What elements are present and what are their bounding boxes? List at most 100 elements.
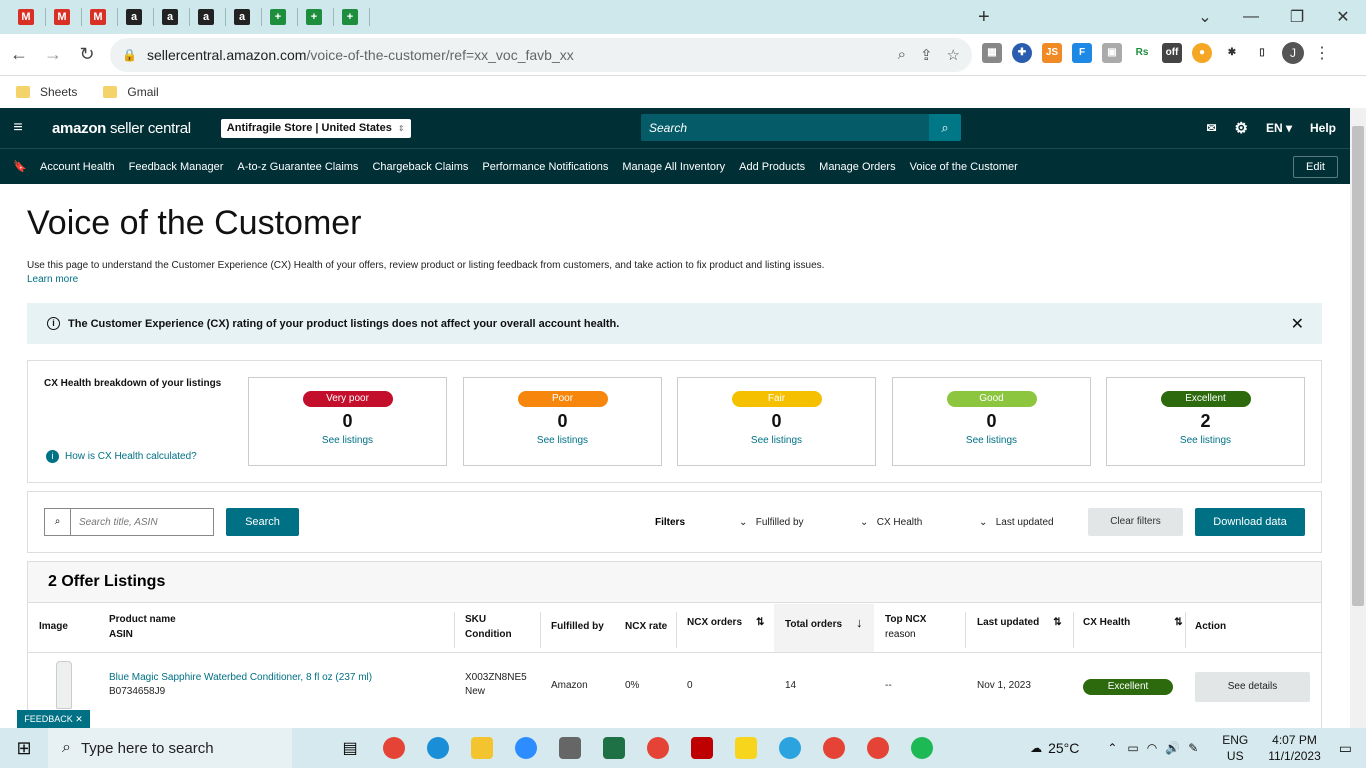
last-updated-dropdown[interactable]: ⌄ Last updated [979, 517, 1054, 528]
chrome-icon[interactable] [816, 734, 852, 762]
fulfilled-by-dropdown[interactable]: ⌄ Fulfilled by [739, 517, 804, 528]
see-listings-link[interactable]: See listings [893, 435, 1090, 446]
scrollbar-thumb[interactable] [1352, 126, 1364, 606]
language-indicator[interactable]: ENG US [1222, 732, 1248, 764]
seller-search-input[interactable]: Search [641, 121, 929, 135]
product-name-link[interactable]: Blue Magic Sapphire Waterbed Conditioner… [109, 672, 372, 683]
file-explorer-icon[interactable] [464, 734, 500, 762]
search-button[interactable]: Search [226, 508, 299, 536]
extension-js-icon[interactable]: JS [1042, 43, 1062, 63]
nav-link-manage-orders[interactable]: Manage Orders [819, 161, 895, 173]
share-icon[interactable]: ⇪ [920, 46, 933, 64]
nav-link-feedback-manager[interactable]: Feedback Manager [129, 161, 224, 173]
weather-icon[interactable]: ☁ [1030, 741, 1042, 755]
page-scrollbar[interactable] [1350, 108, 1366, 728]
gear-icon[interactable]: ⚙ [1235, 119, 1248, 137]
gmail-icon[interactable]: M [90, 9, 106, 25]
notification-icon[interactable]: ▭ [1339, 740, 1352, 757]
extension-icon[interactable]: ▣ [1102, 43, 1122, 63]
col-total-orders[interactable]: Total orders ↓ [785, 615, 863, 632]
bookmark-gmail[interactable]: Gmail [103, 85, 159, 99]
sort-icon[interactable]: ⇅ [1053, 617, 1061, 628]
telegram-icon[interactable] [772, 734, 808, 762]
cx-how-link[interactable]: i How is CX Health calculated? [46, 450, 197, 463]
edge-icon[interactable] [420, 734, 456, 762]
close-icon[interactable]: ✕ [1291, 314, 1304, 334]
see-listings-link[interactable]: See listings [249, 435, 446, 446]
amazon-icon[interactable]: a [234, 9, 250, 25]
puzzle-icon[interactable]: ✱ [1222, 43, 1242, 63]
minimize-button[interactable]: — [1228, 8, 1274, 26]
maximize-button[interactable]: ❐ [1274, 7, 1320, 27]
sheets-icon[interactable]: + [306, 9, 322, 25]
see-listings-link[interactable]: See listings [464, 435, 661, 446]
filezilla-icon[interactable] [684, 734, 720, 762]
sort-icon[interactable]: ⇅ [1174, 617, 1182, 628]
extension-icon[interactable]: ✚ [1012, 43, 1032, 63]
new-tab-button[interactable]: + [978, 6, 990, 29]
lock-icon[interactable]: 🔒 [122, 48, 137, 62]
cx-health-dropdown[interactable]: ⌄ CX Health [860, 517, 922, 528]
nav-link-chargeback-claims[interactable]: Chargeback Claims [372, 161, 468, 173]
bookmark-sheets[interactable]: Sheets [16, 85, 77, 99]
col-ncx-rate[interactable]: NCX rate [625, 619, 667, 634]
close-window-button[interactable]: ✕ [1320, 7, 1366, 27]
extension-icon[interactable]: ● [1192, 43, 1212, 63]
feedback-button[interactable]: FEEDBACK ✕ [17, 710, 90, 728]
see-details-button[interactable]: See details [1195, 672, 1310, 702]
amazon-icon[interactable]: a [126, 9, 142, 25]
back-icon[interactable]: ← [4, 44, 34, 65]
windows-start-icon[interactable]: ⊞ [0, 738, 48, 759]
product-image[interactable] [56, 661, 72, 709]
extension-fba-icon[interactable]: F [1072, 43, 1092, 63]
nav-link-manage-all-inventory[interactable]: Manage All Inventory [622, 161, 725, 173]
clear-filters-button[interactable]: Clear filters [1088, 508, 1183, 536]
chrome-icon[interactable] [376, 734, 412, 762]
taskview-icon[interactable]: ▤ [332, 734, 368, 762]
nav-link-voice-of-the-customer[interactable]: Voice of the Customer [910, 161, 1018, 173]
col-ncx-orders[interactable]: NCX orders ⇅ [687, 615, 764, 630]
help-link[interactable]: Help [1310, 121, 1336, 135]
see-listings-link[interactable]: See listings [1107, 435, 1304, 446]
sort-desc-icon[interactable]: ↓ [856, 615, 863, 630]
search-icon[interactable]: ⌕ [929, 114, 961, 141]
more-menu-icon[interactable]: ⋮ [1314, 43, 1330, 63]
hamburger-menu-icon[interactable]: ≡ [0, 119, 36, 137]
spotify-icon[interactable] [904, 734, 940, 762]
weather-temp[interactable]: 25°C [1048, 740, 1079, 756]
wifi-icon[interactable]: ◠ [1147, 741, 1157, 755]
col-top-ncx[interactable]: Top NCX reason [885, 612, 926, 642]
see-listings-link[interactable]: See listings [678, 435, 875, 446]
url-field[interactable]: 🔒 sellercentral.amazon.com/voice-of-the-… [110, 38, 972, 72]
edit-button[interactable]: Edit [1293, 156, 1338, 178]
col-last-updated[interactable]: Last updated ⇅ [977, 615, 1062, 630]
download-data-button[interactable]: Download data [1195, 508, 1305, 536]
calculator-icon[interactable] [552, 734, 588, 762]
extension-off-icon[interactable]: off [1162, 43, 1182, 63]
amazon-icon[interactable]: a [198, 9, 214, 25]
excel-icon[interactable] [596, 734, 632, 762]
gmail-icon[interactable]: M [18, 9, 34, 25]
col-sku[interactable]: SKU Condition [465, 612, 512, 642]
language-selector[interactable]: EN ▾ [1266, 121, 1292, 135]
seller-central-logo[interactable]: amazon seller central [52, 120, 191, 137]
chrome-active-icon[interactable] [860, 734, 896, 762]
nav-link-performance-notifications[interactable]: Performance Notifications [482, 161, 608, 173]
gmail-icon[interactable]: M [54, 9, 70, 25]
clock[interactable]: 4:07 PM 11/1/2023 [1268, 732, 1321, 764]
bookmark-star-icon[interactable]: ☆ [947, 46, 960, 64]
chevron-up-icon[interactable]: ⌃ [1107, 741, 1117, 755]
sheets-icon[interactable]: + [270, 9, 286, 25]
zoom-app-icon[interactable] [508, 734, 544, 762]
amazon-icon[interactable]: a [162, 9, 178, 25]
tab-search-icon[interactable]: ⌄ [1182, 7, 1228, 27]
seller-search[interactable]: Search ⌕ [641, 114, 961, 141]
nav-link-add-products[interactable]: Add Products [739, 161, 805, 173]
sticky-notes-icon[interactable] [728, 734, 764, 762]
volume-icon[interactable]: 🔊 [1165, 741, 1180, 755]
bookmark-icon[interactable]: 🔖 [0, 160, 40, 173]
zoom-icon[interactable]: ⌕ [898, 46, 906, 64]
mail-icon[interactable]: ✉ [1206, 121, 1216, 135]
reload-icon[interactable]: ↻ [72, 44, 102, 65]
store-selector[interactable]: Antifragile Store | United States ⇕ [220, 118, 411, 138]
